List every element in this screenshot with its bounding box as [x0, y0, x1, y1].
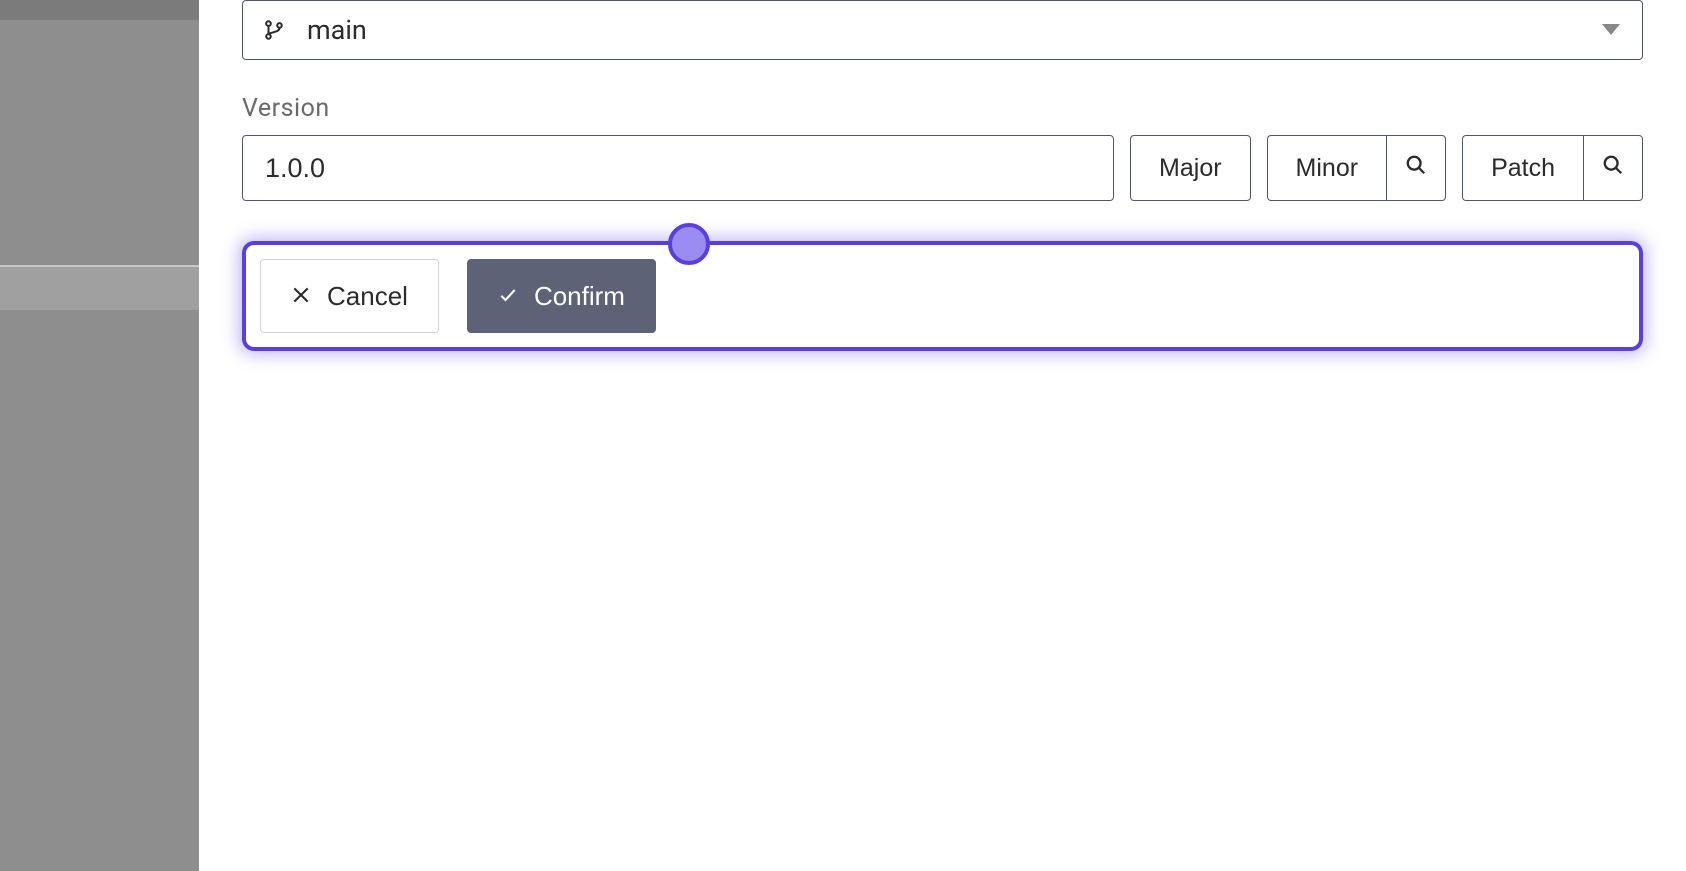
sidebar-overlay — [0, 0, 199, 871]
minor-button[interactable]: Minor — [1267, 135, 1387, 201]
version-input[interactable] — [242, 135, 1114, 201]
git-branch-icon — [263, 19, 285, 41]
version-label: Version — [242, 94, 1643, 123]
patch-search-button[interactable] — [1583, 135, 1643, 201]
patch-button-group: Patch — [1462, 135, 1643, 201]
patch-button[interactable]: Patch — [1462, 135, 1583, 201]
sidebar-active-item-bg — [0, 267, 199, 310]
cancel-label: Cancel — [327, 281, 408, 312]
confirm-label: Confirm — [534, 281, 625, 312]
minor-button-group: Minor — [1267, 135, 1447, 201]
close-icon — [291, 281, 311, 312]
main-panel: main Version Major Minor Patch — [199, 0, 1686, 871]
highlight-indicator-dot — [668, 223, 710, 265]
search-icon — [1602, 154, 1624, 183]
minor-search-button[interactable] — [1386, 135, 1446, 201]
cancel-button[interactable]: Cancel — [260, 259, 439, 333]
search-icon — [1405, 154, 1427, 183]
branch-select[interactable]: main — [242, 0, 1643, 60]
confirm-button[interactable]: Confirm — [467, 259, 656, 333]
caret-down-icon — [1602, 21, 1620, 40]
version-row: Major Minor Patch — [242, 135, 1643, 201]
sidebar-header-strip — [0, 0, 199, 20]
check-icon — [498, 281, 518, 312]
action-highlight-box: Cancel Confirm — [242, 241, 1643, 351]
branch-selected-value: main — [307, 14, 367, 46]
major-button[interactable]: Major — [1130, 135, 1251, 201]
